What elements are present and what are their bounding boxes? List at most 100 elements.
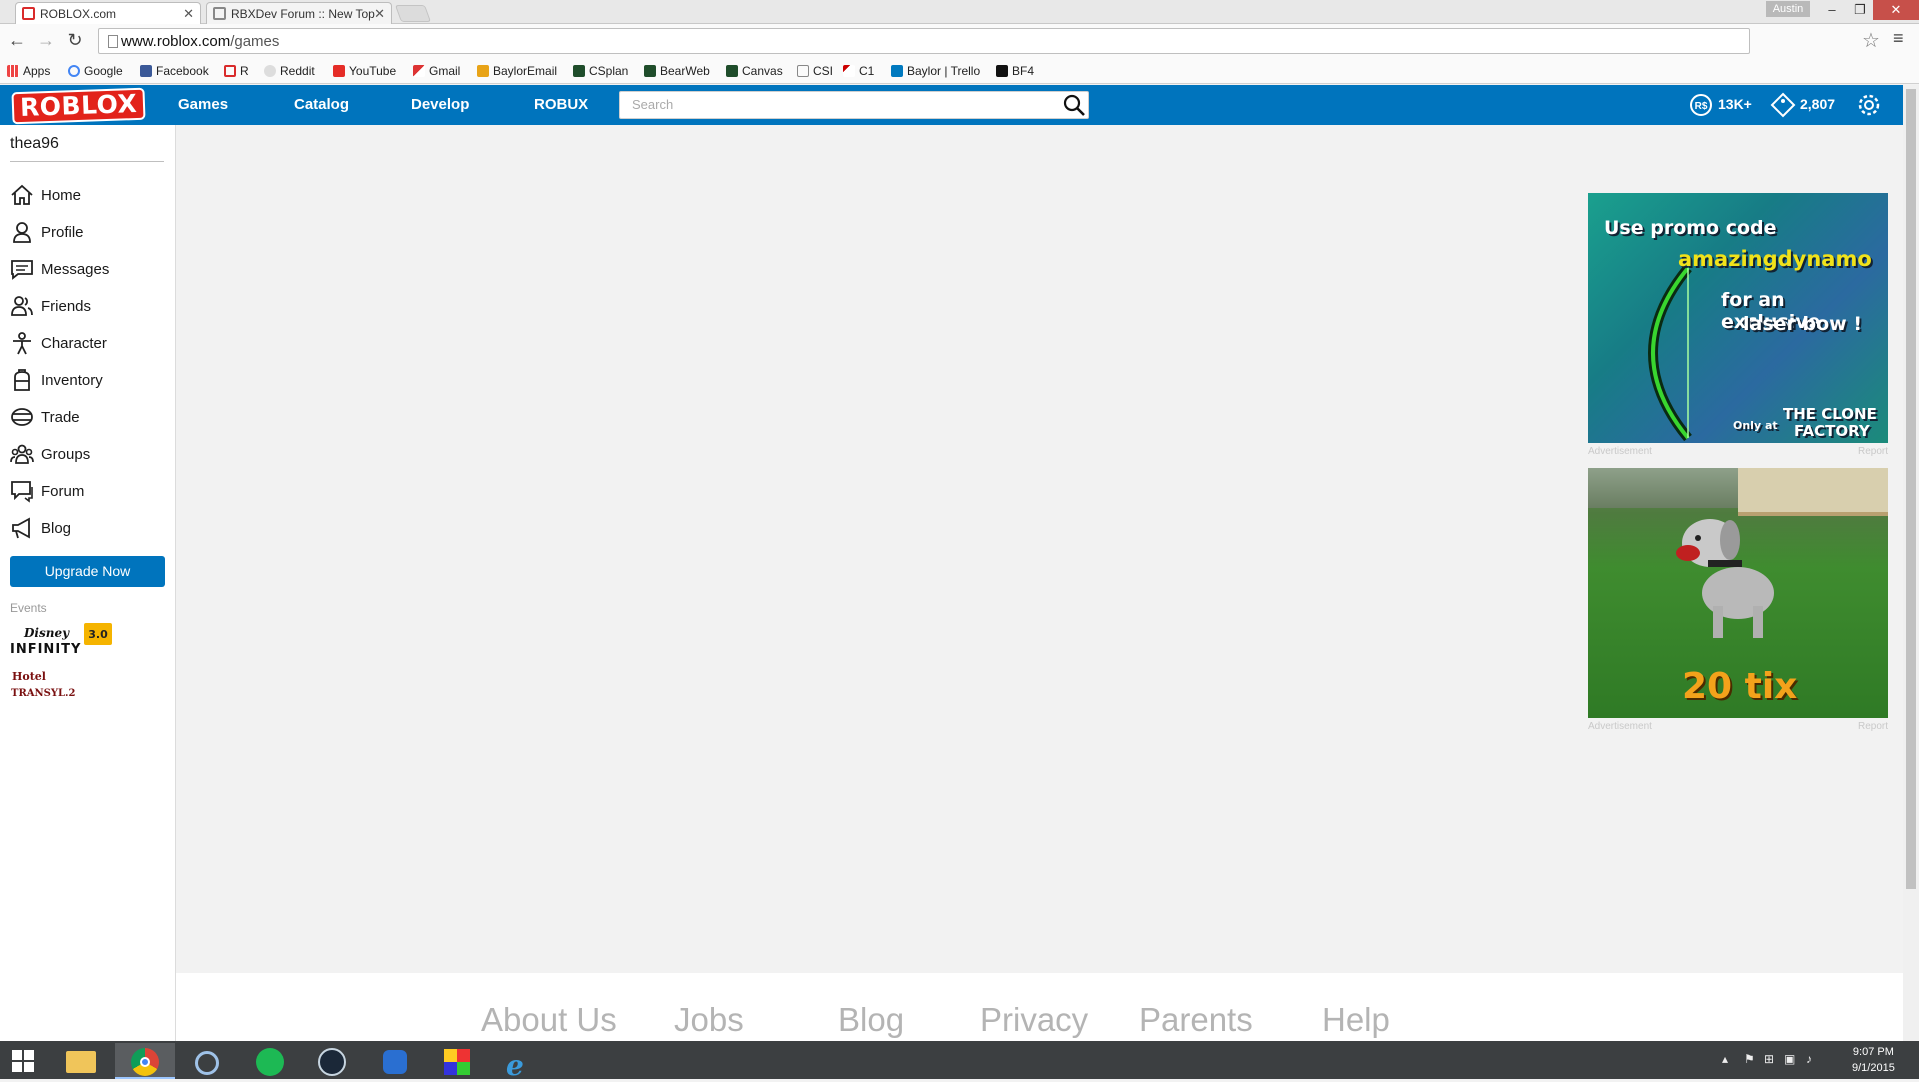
friends-icon bbox=[11, 296, 33, 316]
sidebar-item-label: Inventory bbox=[41, 372, 103, 389]
report-ad-link[interactable]: Report bbox=[1858, 446, 1888, 457]
internet-explorer-icon[interactable]: e bbox=[490, 1043, 550, 1082]
page-info-icon[interactable] bbox=[108, 35, 118, 48]
spotify-icon[interactable] bbox=[240, 1043, 300, 1079]
search-input[interactable]: Search bbox=[619, 91, 1089, 119]
footer-link-parents[interactable]: Parents bbox=[1139, 1001, 1253, 1039]
settings-gear-icon[interactable] bbox=[1856, 92, 1882, 118]
advertisement-label: Advertisement bbox=[1588, 446, 1652, 457]
robux-icon[interactable]: R$ bbox=[1688, 92, 1714, 118]
windows-start-icon[interactable] bbox=[12, 1050, 34, 1072]
promo-code-text: amazingdynamo bbox=[1678, 247, 1872, 271]
footer-link-jobs[interactable]: Jobs bbox=[674, 1001, 744, 1039]
profile-user-badge[interactable]: Austin bbox=[1766, 1, 1810, 17]
footer-link-about-us[interactable]: About Us bbox=[481, 1001, 617, 1039]
minimize-icon[interactable]: – bbox=[1818, 0, 1846, 20]
page-scrollbar[interactable] bbox=[1903, 85, 1919, 1041]
bookmark-bayloremail[interactable]: BaylorEmail bbox=[477, 64, 557, 78]
scrollbar-thumb[interactable] bbox=[1906, 89, 1916, 889]
chrome-menu-icon[interactable]: ≡ bbox=[1893, 28, 1904, 49]
sidebar-item-inventory[interactable]: Inventory bbox=[10, 368, 166, 394]
bookmark-google[interactable]: Google bbox=[68, 64, 123, 78]
footer-link-blog[interactable]: Blog bbox=[838, 1001, 904, 1039]
bookmark-c1[interactable]: C1 bbox=[843, 64, 874, 78]
tray-up-arrow-icon[interactable]: ▴ bbox=[1722, 1052, 1728, 1066]
sidebar-item-blog[interactable]: Blog bbox=[10, 516, 166, 542]
dog-tix-advertisement[interactable]: 20 tix bbox=[1588, 468, 1888, 718]
reload-icon[interactable]: ↻ bbox=[65, 30, 85, 51]
tray-volume-icon[interactable]: ♪ bbox=[1806, 1052, 1812, 1066]
bookmark-facebook[interactable]: Facebook bbox=[140, 64, 209, 78]
nav-develop[interactable]: Develop bbox=[411, 96, 469, 113]
capital-one-icon bbox=[843, 65, 855, 77]
sidebar-item-messages[interactable]: Messages bbox=[10, 257, 166, 283]
browser-tab-rbxdev[interactable]: RBXDev Forum :: New Top ✕ bbox=[206, 2, 392, 24]
footer-link-help[interactable]: Help bbox=[1322, 1001, 1390, 1039]
sidebar-item-label: Friends bbox=[41, 298, 92, 315]
left-sidebar: thea96 Home Profile Messages Friends Cha… bbox=[0, 125, 176, 1041]
upgrade-now-button[interactable]: Upgrade Now bbox=[10, 556, 165, 587]
nav-catalog[interactable]: Catalog bbox=[294, 96, 349, 113]
new-tab-button[interactable] bbox=[394, 5, 432, 22]
tickets-balance[interactable]: 2,807 bbox=[1800, 96, 1835, 112]
tray-flag-icon[interactable]: ⚑ bbox=[1744, 1052, 1755, 1066]
bookmark-star-icon[interactable]: ☆ bbox=[1862, 28, 1880, 53]
username[interactable]: thea96 bbox=[10, 135, 59, 153]
dog-image bbox=[1676, 519, 1774, 638]
sidebar-item-forum[interactable]: Forum bbox=[10, 479, 166, 505]
promo-code-advertisement[interactable]: Use promo code amazingdynamo for an excl… bbox=[1588, 193, 1888, 443]
restore-icon[interactable]: ❐ bbox=[1846, 0, 1874, 20]
tab-title: RBXDev Forum :: New Top bbox=[231, 7, 375, 21]
bookmark-trello[interactable]: Baylor | Trello bbox=[891, 64, 980, 78]
colorful-app-icon[interactable] bbox=[427, 1043, 487, 1079]
app-taskbar-icon[interactable] bbox=[177, 1043, 237, 1079]
close-tab-icon[interactable]: ✕ bbox=[374, 6, 385, 22]
steam-icon[interactable] bbox=[302, 1043, 362, 1079]
forward-icon[interactable]: → bbox=[36, 30, 56, 51]
bookmark-r[interactable]: R bbox=[224, 64, 249, 78]
nav-robux[interactable]: ROBUX bbox=[534, 96, 588, 113]
sidebar-item-profile[interactable]: Profile bbox=[10, 220, 166, 246]
report-ad-link[interactable]: Report bbox=[1858, 721, 1888, 732]
chat-app-icon[interactable] bbox=[365, 1043, 425, 1079]
svg-text:Disney: Disney bbox=[23, 626, 70, 640]
tray-network-icon[interactable]: ▣ bbox=[1784, 1052, 1795, 1066]
laser-bow-image bbox=[1648, 264, 1692, 442]
bookmark-gmail[interactable]: Gmail bbox=[413, 64, 460, 78]
bookmark-apps[interactable]: Apps bbox=[7, 64, 50, 78]
sidebar-item-groups[interactable]: Groups bbox=[10, 442, 166, 468]
nav-games[interactable]: Games bbox=[178, 96, 228, 113]
search-icon[interactable] bbox=[1062, 93, 1086, 117]
bookmark-csi[interactable]: CSI bbox=[797, 64, 833, 78]
event-hotel-transylvania-logo[interactable]: Hotel TRANSYL.2 bbox=[10, 666, 80, 704]
footer-link-privacy[interactable]: Privacy bbox=[980, 1001, 1088, 1039]
sidebar-item-home[interactable]: Home bbox=[10, 183, 166, 209]
sidebar-item-trade[interactable]: Trade bbox=[10, 405, 166, 431]
back-icon[interactable]: ← bbox=[7, 30, 27, 51]
browser-tab-roblox[interactable]: ROBLOX.com ✕ bbox=[15, 2, 201, 25]
tray-windows-icon[interactable]: ⊞ bbox=[1764, 1052, 1774, 1066]
bookmark-bf4[interactable]: BF4 bbox=[996, 64, 1034, 78]
bookmark-canvas[interactable]: Canvas bbox=[726, 64, 783, 78]
bookmark-reddit[interactable]: Reddit bbox=[264, 64, 315, 78]
close-window-icon[interactable]: ✕ bbox=[1873, 0, 1919, 20]
trello-icon bbox=[891, 65, 903, 77]
event-disney-infinity-logo[interactable]: Disney INFINITY 3.0 bbox=[10, 621, 120, 663]
bookmark-csplan[interactable]: CSplan bbox=[573, 64, 628, 78]
browser-tab-strip: ROBLOX.com ✕ RBXDev Forum :: New Top ✕ A… bbox=[0, 0, 1919, 25]
address-bar[interactable]: www.roblox.com/games bbox=[98, 28, 1750, 54]
roblox-logo[interactable]: ROBLOX bbox=[11, 87, 146, 125]
sidebar-item-character[interactable]: Character bbox=[10, 331, 166, 357]
file-explorer-icon[interactable] bbox=[52, 1043, 112, 1079]
bookmark-bearweb[interactable]: BearWeb bbox=[644, 64, 710, 78]
tickets-icon[interactable] bbox=[1770, 92, 1796, 118]
robux-balance[interactable]: 13K+ bbox=[1718, 96, 1752, 112]
close-tab-icon[interactable]: ✕ bbox=[183, 6, 194, 22]
bookmark-youtube[interactable]: YouTube bbox=[333, 64, 396, 78]
youtube-icon bbox=[333, 65, 345, 77]
taskbar-clock[interactable]: 9:07 PM 9/1/2015 bbox=[1852, 1044, 1895, 1076]
ad-line: Only at bbox=[1733, 419, 1778, 432]
chrome-taskbar-icon[interactable] bbox=[115, 1043, 175, 1079]
divider bbox=[10, 161, 164, 162]
sidebar-item-friends[interactable]: Friends bbox=[10, 294, 166, 320]
